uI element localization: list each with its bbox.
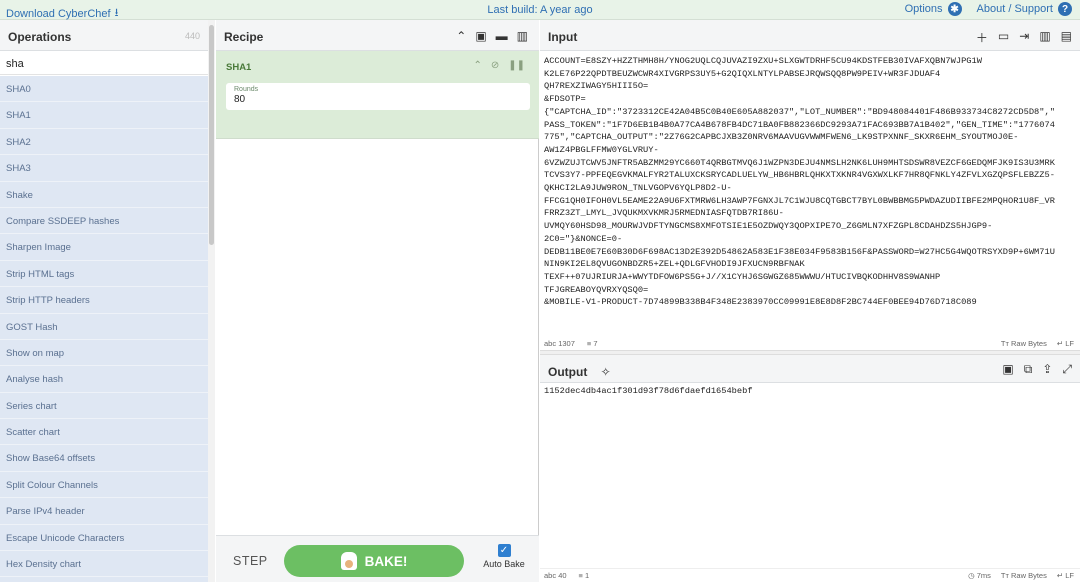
output-eol[interactable]: ↵ LF bbox=[1057, 571, 1074, 580]
chevron-up-icon[interactable]: ⌃ bbox=[456, 29, 466, 43]
output-textarea[interactable]: 1152dec4db4ac1f301d93f78d6fdaefd1654bebf bbox=[544, 386, 753, 396]
list-item[interactable]: Sharpen Image bbox=[0, 234, 208, 261]
operations-header: Operations 440 bbox=[0, 20, 214, 51]
recipe-toolbar: ⌃ ▣ ▬ ▥ bbox=[456, 29, 528, 43]
disable-icon[interactable]: ⊘ bbox=[491, 60, 499, 71]
collapse-icon[interactable]: ⌃ bbox=[473, 60, 481, 71]
output-header: Output ✧ bbox=[540, 355, 1080, 383]
output-encoding[interactable]: Tт Raw Bytes bbox=[1001, 571, 1047, 580]
input-title: Input bbox=[548, 30, 578, 44]
autobake-toggle[interactable]: ✓ Auto Bake bbox=[482, 544, 526, 569]
input-char-count: abc 1307 bbox=[544, 338, 575, 348]
list-item[interactable]: Hex Density chart bbox=[0, 551, 208, 578]
list-item[interactable]: Show Base64 offsets bbox=[0, 445, 208, 472]
list-item[interactable]: Analyse hash bbox=[0, 366, 208, 393]
bake-time: ◷ 7ms bbox=[968, 571, 991, 580]
list-item[interactable]: SHA0 bbox=[0, 76, 208, 103]
list-item[interactable]: Compare SSDEEP hashes bbox=[0, 208, 208, 235]
bake-button[interactable]: BAKE! bbox=[284, 545, 464, 577]
list-item[interactable]: Parse IPv4 header bbox=[0, 498, 208, 525]
input-eol[interactable]: ↵ LF bbox=[1057, 339, 1074, 348]
list-item[interactable]: Split Colour Channels bbox=[0, 472, 208, 499]
import-icon[interactable]: ⇥ bbox=[1019, 29, 1029, 46]
rounds-value[interactable]: 80 bbox=[234, 94, 522, 105]
list-item[interactable]: SHA1 bbox=[0, 102, 208, 129]
input-encoding[interactable]: Tт Raw Bytes bbox=[1001, 339, 1047, 348]
chef-icon bbox=[340, 552, 357, 570]
list-item[interactable]: Show on map bbox=[0, 340, 208, 367]
io-panel: Input ＋ ▭ ⇥ ▥ ▤ ACCOUNT=E8SZY+HZZTHMH8H/… bbox=[540, 20, 1080, 582]
output-toolbar: ▣ ⧉ ⇪ ⤢ bbox=[1002, 362, 1072, 377]
magic-wand-icon[interactable]: ✧ bbox=[601, 365, 611, 379]
trash-icon[interactable]: ▥ bbox=[1039, 29, 1050, 46]
save-icon[interactable]: ▣ bbox=[1002, 362, 1013, 377]
folder-icon[interactable]: ▭ bbox=[998, 29, 1009, 46]
operations-scrollbar[interactable] bbox=[208, 20, 215, 582]
list-item[interactable]: GOST Hash bbox=[0, 314, 208, 340]
output-line-count: ≡ 1 bbox=[578, 571, 590, 580]
pause-icon[interactable]: ❚❚ bbox=[508, 60, 525, 71]
search-input[interactable]: sha bbox=[0, 51, 208, 75]
rounds-label: Rounds bbox=[234, 86, 259, 93]
options-link[interactable]: Options bbox=[905, 3, 943, 15]
input-line-count: ≡ 7 bbox=[586, 338, 598, 348]
operations-count: 440 bbox=[184, 31, 200, 41]
recipe-panel: Recipe ⌃ ▣ ▬ ▥ SHA1 ⌃ ⊘ ❚❚ Rounds 80 STE… bbox=[216, 20, 539, 582]
rounds-field[interactable]: Rounds 80 bbox=[226, 83, 530, 110]
step-button[interactable]: STEP bbox=[233, 554, 268, 568]
operations-title: Operations bbox=[8, 30, 72, 44]
top-banner: Download CyberChef ⭳ Last build: A year … bbox=[0, 0, 1080, 20]
output-char-count: abc 40 bbox=[544, 571, 567, 580]
input-textarea[interactable]: ACCOUNT=E8SZY+HZZTHMH8H/YNOG2UQLCQJUVAZI… bbox=[544, 55, 1078, 335]
list-item[interactable]: Scatter chart bbox=[0, 419, 208, 446]
list-item[interactable]: Escape Unicode Characters bbox=[0, 525, 208, 552]
autobake-label: Auto Bake bbox=[483, 559, 525, 569]
list-item[interactable]: Strip HTTP headers bbox=[0, 287, 208, 314]
input-toolbar: ＋ ▭ ⇥ ▥ ▤ bbox=[976, 29, 1072, 46]
list-item[interactable]: SHA2 bbox=[0, 129, 208, 156]
layout-icon[interactable]: ▤ bbox=[1061, 29, 1072, 46]
scrollbar-thumb[interactable] bbox=[209, 25, 214, 245]
operation-name: SHA1 bbox=[226, 62, 252, 73]
maximise-icon[interactable]: ⤢ bbox=[1062, 362, 1072, 377]
list-item[interactable]: Strip HTML tags bbox=[0, 261, 208, 288]
recipe-title: Recipe bbox=[224, 30, 264, 44]
copy-icon[interactable]: ⧉ bbox=[1024, 362, 1033, 377]
output-title: Output bbox=[548, 365, 588, 379]
replace-input-icon[interactable]: ⇪ bbox=[1042, 362, 1052, 377]
folder-icon[interactable]: ▬ bbox=[496, 29, 508, 43]
list-item[interactable]: Series chart bbox=[0, 393, 208, 420]
bake-label: BAKE! bbox=[364, 553, 408, 569]
list-item[interactable]: Shake bbox=[0, 182, 208, 208]
output-statusbar: abc 40 ≡ 1 ◷ 7ms Tт Raw Bytes ↵ LF bbox=[540, 568, 1080, 582]
bake-bar: STEP BAKE! ✓ Auto Bake bbox=[216, 535, 539, 582]
checkbox-icon[interactable]: ✓ bbox=[497, 544, 511, 557]
gear-icon[interactable]: ✱ bbox=[947, 2, 962, 16]
list-item[interactable]: SHA3 bbox=[0, 155, 208, 182]
plus-icon[interactable]: ＋ bbox=[976, 29, 988, 46]
trash-icon[interactable]: ▥ bbox=[517, 29, 528, 43]
recipe-operation-sha1[interactable]: SHA1 ⌃ ⊘ ❚❚ Rounds 80 bbox=[216, 51, 539, 139]
help-icon[interactable]: ? bbox=[1058, 2, 1072, 16]
input-statusbar: abc 1307 ≡ 7 Tт Raw Bytes ↵ LF bbox=[540, 336, 1080, 350]
operations-panel: Operations 440 sha SHA0 SHA1 SHA2 SHA3 S… bbox=[0, 20, 215, 582]
save-icon[interactable]: ▣ bbox=[475, 29, 486, 43]
about-link[interactable]: About / Support bbox=[977, 3, 1053, 15]
operations-list: SHA0 SHA1 SHA2 SHA3 Shake Compare SSDEEP… bbox=[0, 76, 208, 582]
